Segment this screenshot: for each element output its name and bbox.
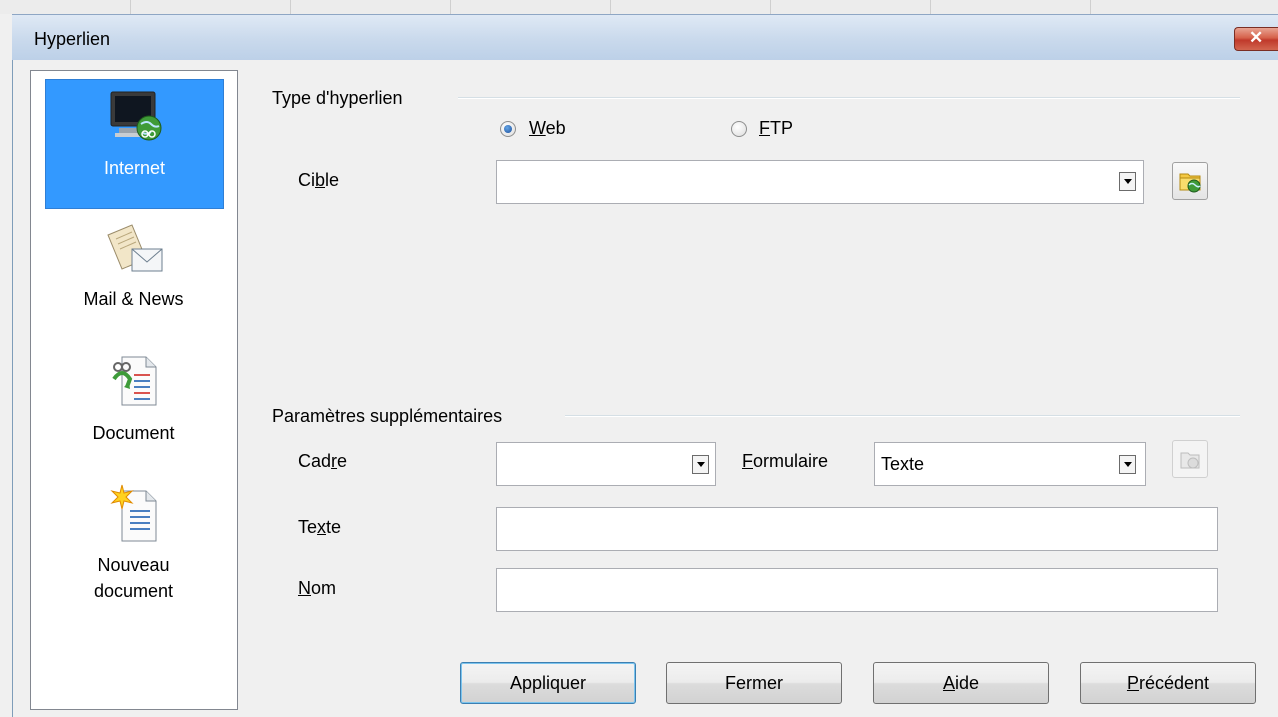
name-label: Nom xyxy=(298,578,337,598)
nav-item-label: Document xyxy=(92,423,175,443)
nav-item-label-line1: Nouveau xyxy=(97,555,170,575)
target-combobox[interactable] xyxy=(496,160,1144,204)
background-strip xyxy=(0,0,1278,14)
title-bar: Hyperlien xyxy=(12,14,1278,61)
back-button[interactable]: Précédent xyxy=(1080,662,1256,704)
form-label: Formulaire xyxy=(742,451,829,471)
help-button[interactable]: Aide xyxy=(873,662,1049,704)
hyperlink-type-title: Type d'hyperlien xyxy=(272,88,403,108)
nav-item-new-document[interactable]: Nouveau document xyxy=(45,483,222,613)
nav-item-mail-news[interactable]: Mail & News xyxy=(45,217,222,317)
open-browser-button[interactable] xyxy=(1172,162,1208,200)
chevron-down-icon[interactable] xyxy=(1119,172,1136,191)
hotkey-letter: F xyxy=(759,118,770,138)
apply-button[interactable]: Appliquer xyxy=(460,662,636,704)
text-input[interactable] xyxy=(496,507,1218,551)
monitor-globe-icon xyxy=(110,91,161,141)
hyperlink-type-divider xyxy=(458,97,1240,99)
extra-params-title: Paramètres supplémentaires xyxy=(272,406,503,426)
frame-label: Cadre xyxy=(298,451,348,471)
name-input[interactable] xyxy=(496,568,1218,612)
text-label: Texte xyxy=(298,517,342,537)
label-rest: eb xyxy=(545,118,566,138)
hotkey-letter: W xyxy=(529,118,546,138)
folder-globe-icon xyxy=(1179,173,1201,193)
frame-combobox[interactable] xyxy=(496,442,716,486)
extra-params-divider xyxy=(565,415,1240,417)
events-button[interactable] xyxy=(1172,440,1208,478)
close-button[interactable]: Fermer xyxy=(666,662,842,704)
chevron-down-icon[interactable] xyxy=(692,455,709,474)
form-combobox[interactable]: Texte xyxy=(874,442,1146,486)
nav-item-internet[interactable]: Internet xyxy=(45,79,224,209)
close-icon: ✕ xyxy=(1249,28,1264,47)
radio-ftp-label[interactable]: FTP xyxy=(759,118,793,139)
document-link-icon xyxy=(111,356,156,406)
hyperlink-type-nav: Internet Mail & News Document Nouveau do… xyxy=(30,70,238,710)
radio-web-label[interactable]: Web xyxy=(529,118,566,139)
radio-ftp[interactable] xyxy=(731,121,747,137)
new-document-icon xyxy=(109,484,156,542)
form-value: Texte xyxy=(881,454,925,474)
nav-item-label: Mail & News xyxy=(83,289,184,309)
macro-events-icon xyxy=(1180,452,1200,469)
nav-item-label-line2: document xyxy=(93,581,174,601)
nav-item-document[interactable]: Document xyxy=(45,351,222,451)
mail-letter-icon xyxy=(106,224,162,272)
label-rest: TP xyxy=(770,118,794,138)
chevron-down-icon[interactable] xyxy=(1119,455,1136,474)
window-title: Hyperlien xyxy=(34,29,111,49)
nav-item-label: Internet xyxy=(103,158,166,178)
radio-web[interactable] xyxy=(500,121,516,137)
target-label: Cible xyxy=(298,170,340,190)
close-window-button[interactable]: ✕ xyxy=(1234,27,1278,51)
